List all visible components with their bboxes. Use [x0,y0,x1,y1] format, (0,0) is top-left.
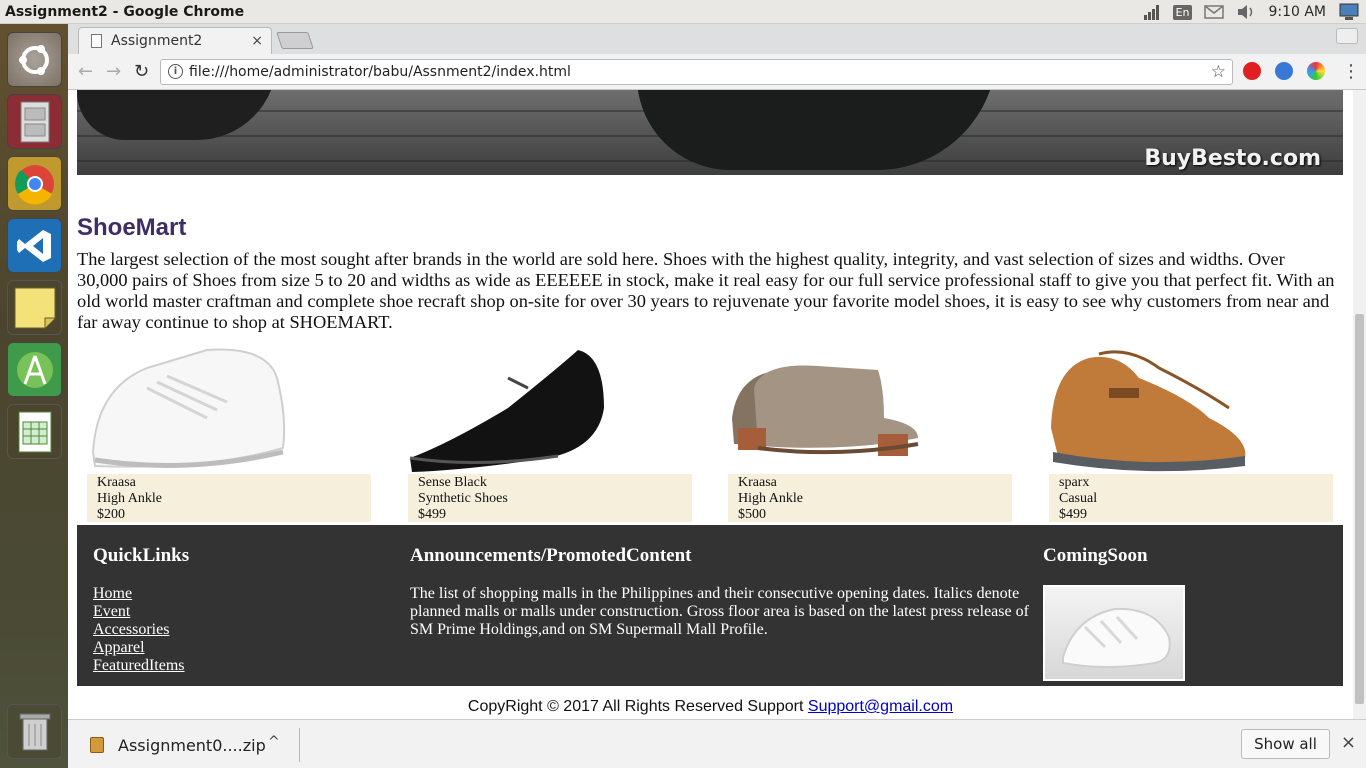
quicklinks-list: Home Event Accessories Apparel FeaturedI… [93,585,185,675]
product-card[interactable]: Kraasa High Ankle $200 [87,348,371,522]
product-brand: Kraasa [97,475,136,490]
product-image-tan-casual-boots[interactable] [1049,348,1333,474]
download-file-name[interactable]: Assignment0....zip [118,736,266,755]
product-image-ankle-boots[interactable] [728,348,1012,474]
application-launcher [0,24,68,768]
product-card[interactable]: Kraasa High Ankle $500 [728,348,1012,522]
coming-soon-heading: ComingSoon [1043,545,1148,566]
product-type: Synthetic Shoes [418,491,508,506]
keyboard-language-indicator[interactable]: En [1172,4,1193,20]
page-icon [91,34,102,48]
new-tab-button[interactable] [276,32,314,49]
site-info-icon[interactable]: i [168,64,183,79]
sticky-notes-icon[interactable] [7,280,62,335]
link-home[interactable]: Home [93,585,185,603]
browser-toolbar: ← → ↻ i file:///home/administrator/babu/… [68,54,1366,90]
forward-button[interactable]: → [106,61,121,82]
tab-close-icon[interactable]: × [251,33,263,49]
android-studio-icon[interactable] [7,342,62,397]
download-item[interactable]: Assignment0....zip ^ [88,731,300,759]
spreadsheet-icon[interactable] [7,404,62,459]
profile-icon[interactable] [1336,28,1358,44]
trash-icon[interactable] [7,704,62,759]
product-price: $200 [97,507,125,522]
mail-icon[interactable] [1204,5,1225,19]
show-all-button[interactable]: Show all [1241,729,1330,759]
reload-button[interactable]: ↻ [134,61,149,82]
download-options-chevron-icon[interactable]: ^ [268,734,280,750]
files-icon[interactable] [7,94,62,149]
download-separator [299,728,300,762]
page-title: ShoeMart [77,214,187,241]
site-footer: QuickLinks Home Event Accessories Appare… [77,525,1343,686]
link-accessories[interactable]: Accessories [93,621,185,639]
address-bar[interactable]: i file:///home/administrator/babu/Assnme… [160,59,1233,85]
url-text[interactable]: file:///home/administrator/babu/Assnment… [189,64,571,80]
scrollbar-thumb[interactable] [1355,314,1364,704]
product-caption: sparx Casual $499 [1049,474,1333,522]
ubuntu-dash-icon[interactable] [7,32,62,87]
page-viewport: BuyBesto.com ShoeMart The largest select… [68,90,1353,719]
copyright-text: CopyRight © 2017 All Rights Reserved Sup… [467,698,808,715]
back-button[interactable]: ← [78,61,93,82]
product-price: $499 [418,507,446,522]
product-type: Casual [1059,491,1098,506]
link-featureditems[interactable]: FeaturedItems [93,657,185,675]
hero-banner-image: BuyBesto.com [77,90,1343,175]
copyright-line: CopyRight © 2017 All Rights Reserved Sup… [68,698,1353,716]
color-extension-icon[interactable] [1307,62,1325,80]
browser-window: Assignment2 × ← → ↻ i file:///home/admin… [68,24,1366,768]
vscode-icon[interactable] [7,218,62,273]
volume-icon[interactable] [1236,4,1256,20]
clock[interactable]: 9:10 AM [1268,4,1326,20]
link-event[interactable]: Event [93,603,185,621]
product-brand: sparx [1059,475,1090,490]
system-top-panel: Assignment2 - Google Chrome En 9:10 AM [0,0,1366,24]
announcements-heading: Announcements/PromotedContent [410,545,692,566]
bookmark-star-icon[interactable]: ☆ [1211,62,1226,82]
product-price: $500 [738,507,766,522]
tab-assignment2[interactable]: Assignment2 × [78,27,272,54]
banner-brand-text: BuyBesto.com [1144,146,1321,171]
banner-shoe-right [637,90,997,170]
quicklinks-heading: QuickLinks [93,545,190,566]
banner-shoe-left [77,90,277,140]
product-card[interactable]: Sense Black Synthetic Shoes $499 [408,348,692,522]
product-type: High Ankle [738,491,803,506]
download-shelf-close-icon[interactable]: × [1341,732,1356,753]
product-type: High Ankle [97,491,162,506]
product-caption: Sense Black Synthetic Shoes $499 [408,474,692,522]
coming-soon-image[interactable] [1043,585,1185,681]
intro-paragraph: The largest selection of the most sought… [77,249,1335,332]
window-title: Assignment2 - Google Chrome [5,3,245,20]
download-shelf: Assignment0....zip ^ Show all × [68,719,1366,768]
chrome-menu-icon[interactable]: ⋮ [1342,61,1360,82]
network-signal-icon[interactable] [1143,4,1161,20]
page-scrollbar[interactable] [1353,90,1366,719]
search-extension-icon[interactable] [1275,62,1293,80]
product-image-white-sneaker[interactable] [87,348,371,474]
tab-title: Assignment2 [111,33,203,49]
product-image-black-formal-shoe[interactable] [408,348,692,474]
product-price: $499 [1059,507,1087,522]
system-tray: En 9:10 AM [1143,0,1366,24]
announcements-text: The list of shopping malls in the Philip… [410,585,1029,638]
product-brand: Sense Black [418,475,487,490]
support-email-link[interactable]: Support@gmail.com [808,698,953,715]
product-card[interactable]: sparx Casual $499 [1049,348,1333,522]
opera-extension-icon[interactable] [1243,62,1261,80]
product-brand: Kraasa [738,475,777,490]
chrome-icon[interactable] [7,156,62,211]
computer-power-icon[interactable] [1338,3,1360,21]
link-apparel[interactable]: Apparel [93,639,185,657]
product-caption: Kraasa High Ankle $200 [87,474,371,522]
zip-file-icon [90,737,104,753]
tab-strip: Assignment2 × [68,24,1366,54]
product-caption: Kraasa High Ankle $500 [728,474,1012,522]
